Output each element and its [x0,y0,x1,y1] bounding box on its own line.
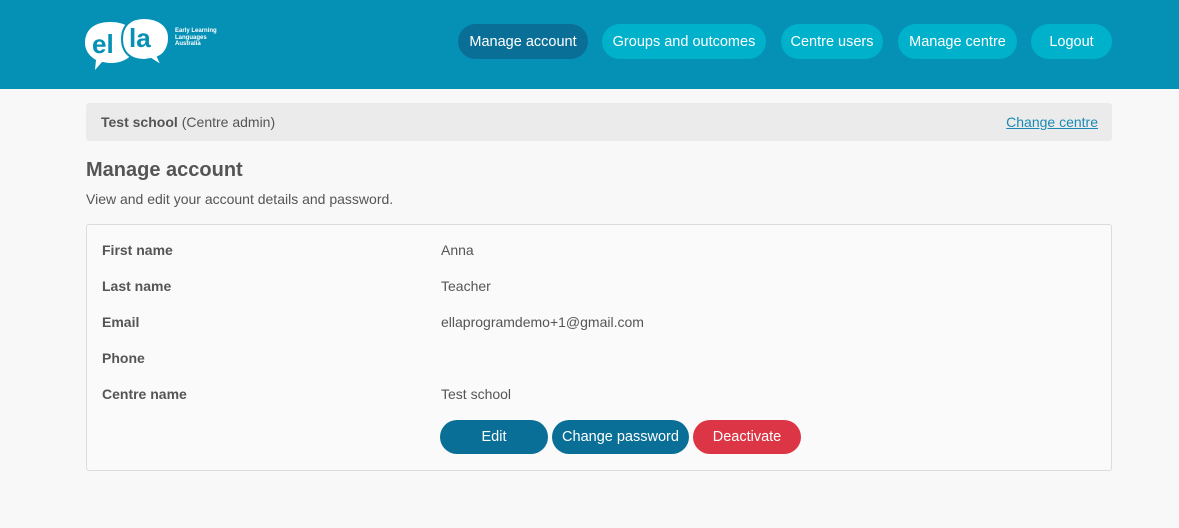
logo-tagline: Early Learning Languages Australia [175,28,217,47]
page-subtitle: View and edit your account details and p… [86,191,394,207]
email-label: Email [102,314,140,330]
page-title: Manage account [86,159,243,181]
ella-logo[interactable]: el la Early Learning Languages Australia [85,18,225,72]
last-name-row: Last name Teacher [102,276,1102,296]
current-centre-bar: Test school (Centre admin) Change centre [86,103,1112,141]
nav-manage-account[interactable]: Manage account [458,24,588,59]
top-navigation-bar: el la Early Learning Languages Australia… [0,0,1179,89]
account-details-card: First name Anna Last name Teacher Email … [86,224,1112,471]
nav-logout[interactable]: Logout [1031,24,1112,59]
email-value: ellaprogramdemo+1@gmail.com [441,314,644,330]
edit-button[interactable]: Edit [440,420,548,454]
deactivate-button[interactable]: Deactivate [693,420,801,454]
centre-role: (Centre admin) [181,114,276,130]
svg-text:la: la [129,23,151,53]
centre-name-label: Centre name [102,386,187,402]
first-name-row: First name Anna [102,240,1102,260]
email-row: Email ellaprogramdemo+1@gmail.com [102,312,1102,332]
nav-centre-users[interactable]: Centre users [781,24,883,59]
last-name-label: Last name [102,278,172,294]
first-name-label: First name [102,242,173,258]
centre-name-value: Test school [441,386,512,402]
centre-school-name: Test school [101,114,178,130]
nav-manage-centre[interactable]: Manage centre [898,24,1017,59]
change-centre-link[interactable]: Change centre [1006,114,1098,130]
phone-row: Phone [102,348,1102,368]
svg-text:el: el [92,29,114,59]
last-name-value: Teacher [441,278,491,294]
phone-label: Phone [102,350,145,366]
change-password-button[interactable]: Change password [552,420,689,454]
first-name-value: Anna [441,242,474,258]
nav-groups-and-outcomes[interactable]: Groups and outcomes [602,24,766,59]
centre-name-row: Centre name Test school [102,384,1102,404]
